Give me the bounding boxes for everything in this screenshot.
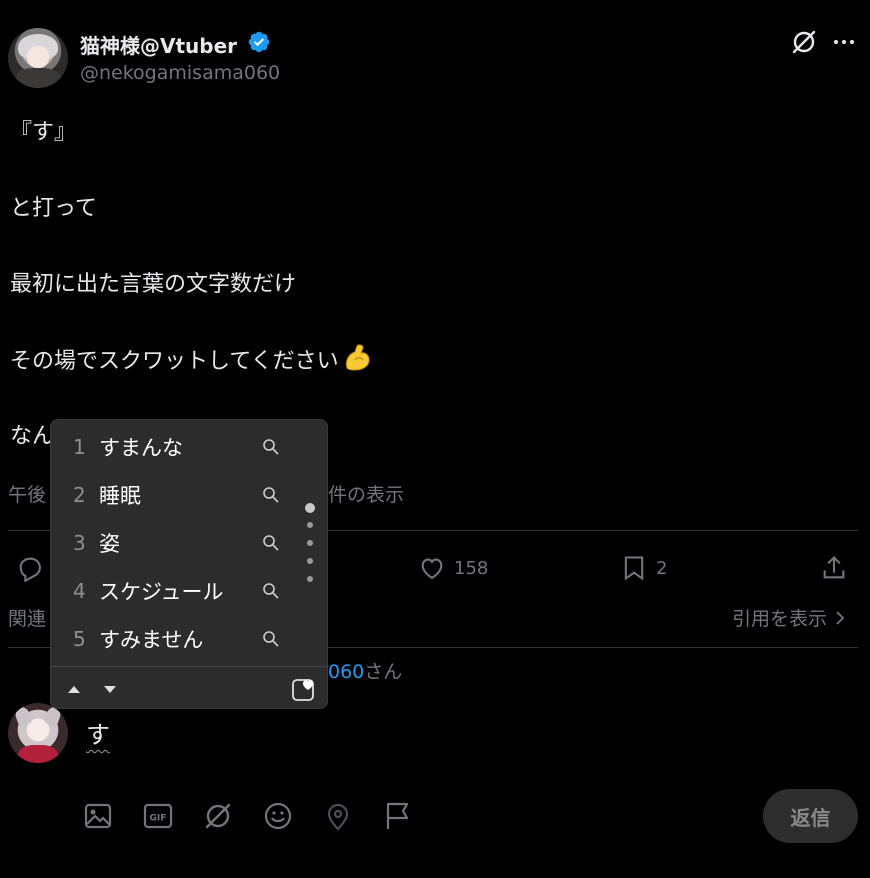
avatar-face: [27, 46, 49, 68]
reply-icon: [19, 557, 41, 582]
avatar-robe: [18, 745, 58, 763]
verified-badge-icon: [248, 31, 270, 53]
page-indicator-dot: [307, 558, 313, 564]
my-avatar[interactable]: [8, 703, 68, 763]
ime-candidate-5[interactable]: 5 すみません: [51, 615, 329, 663]
ime-candidate-word: スケジュール: [99, 580, 224, 604]
ime-candidate-4[interactable]: 4 スケジュール: [51, 567, 329, 615]
page-indicator-dot: [307, 540, 313, 546]
search-icon[interactable]: [261, 485, 281, 505]
search-icon[interactable]: [261, 437, 281, 457]
post-line-2: と打って: [10, 196, 97, 221]
avatar-ear-left: [13, 705, 33, 727]
grok-icon[interactable]: [202, 800, 234, 832]
page-indicator-dot: [307, 522, 313, 528]
avatar-coat: [14, 68, 62, 88]
more-options-icon[interactable]: [832, 30, 856, 54]
page-down-icon[interactable]: [99, 678, 121, 700]
ime-candidate-number: 4: [73, 579, 86, 603]
search-icon[interactable]: [261, 581, 281, 601]
flexed-biceps-icon: [345, 344, 370, 371]
search-icon[interactable]: [261, 533, 281, 553]
flag-icon[interactable]: [382, 800, 414, 832]
share-icon: [823, 556, 845, 579]
ime-candidate-3[interactable]: 3 姿: [51, 519, 329, 567]
author-display-name[interactable]: 猫神様@Vtuber: [80, 30, 237, 59]
view-quotes-label: 引用を表示: [732, 608, 828, 630]
bookmark-icon: [624, 556, 644, 581]
page-indicator-dot: [305, 503, 315, 513]
replying-to-handle[interactable]: 060: [328, 661, 364, 683]
heart-icon: [421, 558, 443, 580]
ime-candidate-number: 3: [73, 531, 86, 555]
post-line-4-wrap: その場でスクワットしてください: [10, 342, 373, 375]
author-avatar[interactable]: [8, 28, 68, 88]
image-icon[interactable]: [82, 800, 114, 832]
ime-candidate-popup: 1 すまんな 2 睡眠 3 姿 4 スケジュール 5 すみません: [50, 419, 329, 709]
grok-icon[interactable]: [790, 28, 818, 56]
post-line-3: 最初に出た言葉の文字数だけ: [10, 272, 297, 297]
post-line-5: なん: [10, 424, 55, 449]
reply-button[interactable]: 返信: [763, 789, 858, 843]
author-handle[interactable]: @nekogamisama060: [80, 62, 280, 84]
replying-to-suffix: さん: [364, 661, 403, 683]
ime-candidate-word: 姿: [99, 532, 120, 556]
bookmark-count: 2: [656, 557, 668, 579]
ime-candidate-word: すまんな: [99, 436, 183, 460]
emoji-icon[interactable]: [262, 800, 294, 832]
share-action[interactable]: [820, 553, 848, 583]
ime-candidate-number: 5: [73, 627, 86, 651]
ime-candidate-2[interactable]: 2 睡眠: [51, 471, 329, 519]
page-indicator-dot: [307, 576, 313, 582]
ime-candidate-word: 睡眠: [99, 484, 141, 508]
page-up-icon[interactable]: [63, 678, 85, 700]
favorite-heart-icon[interactable]: [291, 676, 317, 702]
search-icon[interactable]: [261, 629, 281, 649]
replying-to: 060さん: [328, 657, 402, 684]
ime-divider: [51, 666, 329, 667]
like-action[interactable]: 158: [418, 553, 488, 583]
view-quotes-link[interactable]: 引用を表示: [732, 604, 849, 631]
post-line-1: 『す』: [10, 120, 77, 145]
reply-input[interactable]: す: [86, 715, 110, 750]
ime-candidate-number: 2: [73, 483, 86, 507]
location-icon[interactable]: [322, 800, 354, 832]
ime-candidate-word: すみません: [99, 628, 204, 652]
reply-action[interactable]: [16, 553, 44, 583]
svg-text:GIF: GIF: [150, 814, 167, 824]
post-views[interactable]: 件の表示: [328, 480, 404, 507]
related-label: 関連: [8, 608, 47, 630]
like-count: 158: [454, 557, 489, 579]
ime-candidate-number: 1: [73, 435, 86, 459]
post-line-4: その場でスクワットしてください: [10, 349, 339, 374]
gif-icon[interactable]: GIF: [142, 800, 174, 832]
chevron-right-icon: [836, 610, 845, 625]
bookmark-action[interactable]: 2: [620, 553, 667, 583]
ime-candidate-1[interactable]: 1 すまんな: [51, 423, 329, 471]
post-timestamp[interactable]: 午後: [8, 480, 46, 507]
